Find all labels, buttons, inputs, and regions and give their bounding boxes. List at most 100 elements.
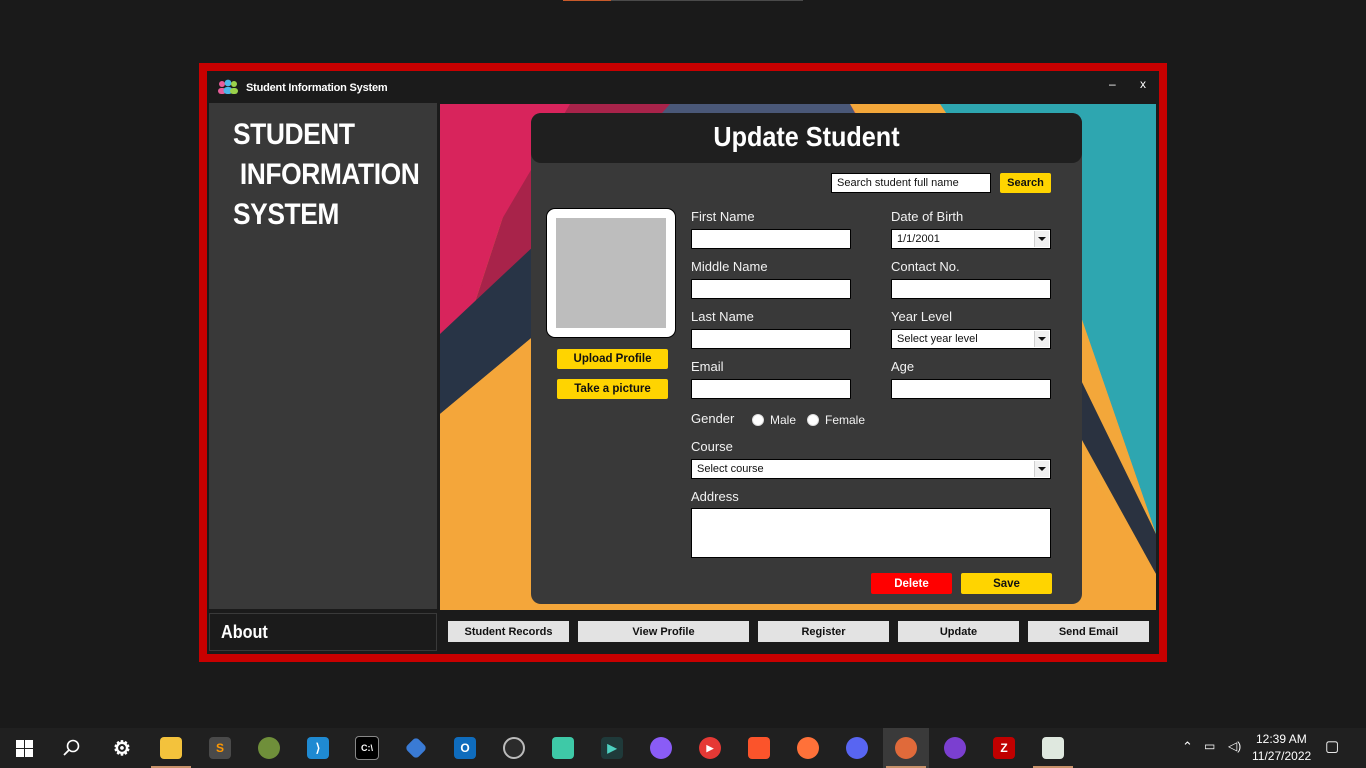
search-icon xyxy=(63,739,80,756)
screen-top-strip xyxy=(563,0,803,1)
age-field[interactable] xyxy=(891,379,1051,399)
last-name-field[interactable] xyxy=(691,329,851,349)
age-label: Age xyxy=(891,359,915,374)
app-purple-icon xyxy=(944,737,966,759)
middle-name-field[interactable] xyxy=(691,279,851,299)
vscode-icon: ⟩ xyxy=(307,737,329,759)
taskbar-app-teal[interactable] xyxy=(540,728,586,768)
year-level-label: Year Level xyxy=(891,309,952,324)
about-label: About xyxy=(221,622,268,642)
nav-student-records[interactable]: Student Records xyxy=(448,621,569,642)
take-picture-button[interactable]: Take a picture xyxy=(557,379,668,399)
taskbar-outlook[interactable]: O xyxy=(442,728,488,768)
taskbar-app-monitor[interactable] xyxy=(1030,728,1076,768)
taskbar-app-purple[interactable] xyxy=(932,728,978,768)
students-icon xyxy=(218,79,238,94)
taskbar-app-dark[interactable]: ▶ xyxy=(589,728,635,768)
course-value: Select course xyxy=(697,463,764,475)
panel-header: Update Student xyxy=(531,113,1082,163)
app-dark-icon: ▶ xyxy=(601,737,623,759)
search-button[interactable]: Search xyxy=(1000,173,1051,193)
sidebar-title: STUDENT INFORMATION SYSTEM xyxy=(233,115,420,235)
update-student-panel: Update Student Search Upload Profile Tak… xyxy=(531,113,1082,604)
save-button[interactable]: Save xyxy=(961,573,1052,594)
chevron-up-icon[interactable]: ⌃ xyxy=(1182,739,1193,755)
minimize-button[interactable]: – xyxy=(1109,77,1116,91)
messenger-icon xyxy=(650,737,672,759)
git-client-icon xyxy=(404,736,428,760)
taskbar-git-client[interactable] xyxy=(393,728,439,768)
taskbar-firefox[interactable] xyxy=(785,728,831,768)
youtube-icon: ▶ xyxy=(699,737,721,759)
gender-female-radio[interactable] xyxy=(807,414,819,426)
last-name-label: Last Name xyxy=(691,309,754,324)
contact-no-label: Contact No. xyxy=(891,259,960,274)
page-title: Update Student xyxy=(713,121,900,152)
photo-placeholder xyxy=(556,218,666,328)
upload-profile-button[interactable]: Upload Profile xyxy=(557,349,668,369)
taskbar-file-explorer[interactable] xyxy=(148,728,194,768)
bottom-navigation: Student Records View Profile Register Up… xyxy=(440,613,1158,649)
address-label: Address xyxy=(691,489,739,504)
sidebar-title-line-1: STUDENT xyxy=(233,118,355,151)
nav-view-profile[interactable]: View Profile xyxy=(578,621,749,642)
search-input[interactable] xyxy=(831,173,991,193)
gender-male-label: Male xyxy=(770,413,797,427)
nav-update[interactable]: Update xyxy=(898,621,1019,642)
gender-male-radio[interactable] xyxy=(752,414,764,426)
folder-icon xyxy=(160,737,182,759)
taskbar: ⚙ S ⟩ C:\ O ▶ ▶ Z ⌃ ▭ ◁) 12:39 AM 11/27/… xyxy=(0,728,1366,768)
date-of-birth-label: Date of Birth xyxy=(891,209,964,224)
taskbar-settings[interactable]: ⚙ xyxy=(99,728,145,768)
app-active-icon xyxy=(895,737,917,759)
delete-button[interactable]: Delete xyxy=(871,573,952,594)
close-button[interactable]: x xyxy=(1140,77,1146,91)
course-select[interactable]: Select course xyxy=(691,459,1051,479)
terminal-icon: C:\ xyxy=(355,736,379,760)
volume-icon[interactable]: ◁) xyxy=(1228,739,1241,753)
about-button[interactable]: About xyxy=(209,613,437,651)
taskbar-messenger[interactable] xyxy=(638,728,684,768)
taskbar-terminal[interactable]: C:\ xyxy=(344,728,390,768)
taskbar-app-green[interactable] xyxy=(246,728,292,768)
title-bar: Student Information System – x xyxy=(207,71,1159,103)
middle-name-label: Middle Name xyxy=(691,259,768,274)
year-level-select[interactable]: Select year level xyxy=(891,329,1051,349)
sidebar: STUDENT INFORMATION SYSTEM xyxy=(209,103,437,609)
taskbar-filezilla[interactable]: Z xyxy=(981,728,1027,768)
taskbar-sublime[interactable]: S xyxy=(197,728,243,768)
outlook-icon: O xyxy=(454,737,476,759)
sidebar-title-line-3: SYSTEM xyxy=(233,198,339,231)
email-field[interactable] xyxy=(691,379,851,399)
email-label: Email xyxy=(691,359,724,374)
nav-send-email[interactable]: Send Email xyxy=(1028,621,1149,642)
brave-icon xyxy=(748,737,770,759)
app-title: Student Information System xyxy=(246,82,388,94)
sidebar-title-line-2: INFORMATION xyxy=(233,158,420,191)
address-field[interactable] xyxy=(691,508,1051,558)
taskbar-discord[interactable] xyxy=(834,728,880,768)
filezilla-icon: Z xyxy=(993,737,1015,759)
app-green-icon xyxy=(258,737,280,759)
first-name-field[interactable] xyxy=(691,229,851,249)
notification-icon[interactable]: ▢ xyxy=(1325,737,1339,755)
course-label: Course xyxy=(691,439,733,454)
taskbar-vscode[interactable]: ⟩ xyxy=(295,728,341,768)
clock-time[interactable]: 12:39 AM xyxy=(1256,732,1307,746)
network-icon[interactable]: ▭ xyxy=(1204,739,1215,753)
windows-start-button[interactable] xyxy=(1,728,47,768)
clock-date[interactable]: 11/27/2022 xyxy=(1252,749,1311,763)
taskbar-app-active[interactable] xyxy=(883,728,929,768)
search-button-taskbar[interactable] xyxy=(49,728,95,768)
chevron-down-icon xyxy=(1034,231,1049,247)
discord-icon xyxy=(846,737,868,759)
taskbar-brave[interactable] xyxy=(736,728,782,768)
contact-no-field[interactable] xyxy=(891,279,1051,299)
taskbar-obs[interactable] xyxy=(491,728,537,768)
profile-photo xyxy=(546,208,676,338)
taskbar-youtube[interactable]: ▶ xyxy=(687,728,733,768)
app-monitor-icon xyxy=(1042,737,1064,759)
nav-register[interactable]: Register xyxy=(758,621,889,642)
windows-icon xyxy=(15,739,33,757)
date-of-birth-picker[interactable]: 1/1/2001 xyxy=(891,229,1051,249)
